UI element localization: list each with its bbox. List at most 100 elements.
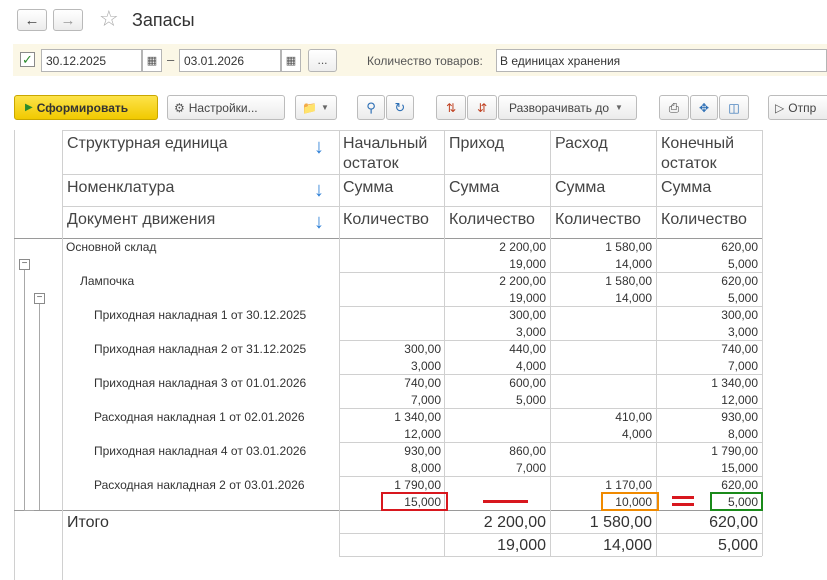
cell-qty[interactable]: 3,000 bbox=[444, 325, 546, 339]
preview-button[interactable]: ◫ bbox=[719, 95, 749, 120]
cell-sum[interactable]: 1 790,00 bbox=[656, 444, 758, 458]
settings-button[interactable]: ⚙ Настройки... bbox=[167, 95, 285, 120]
cell-qty[interactable]: 14,000 bbox=[550, 257, 652, 271]
cell-qty[interactable]: 12,000 bbox=[656, 393, 758, 407]
sort-down-arrow-icon[interactable]: ↓ bbox=[314, 179, 324, 202]
row-label[interactable]: Лампочка bbox=[80, 274, 134, 288]
sort-desc-icon: ⇅ bbox=[445, 100, 457, 115]
total-sum-expense: 1 580,00 bbox=[589, 514, 652, 531]
search-icon: ⚲ bbox=[366, 99, 376, 115]
date-from-field[interactable]: 30.12.2025 bbox=[41, 49, 142, 72]
header-income: Приход bbox=[449, 135, 505, 152]
cell-sum[interactable]: 2 200,00 bbox=[444, 274, 546, 288]
header-qty: Количество bbox=[449, 211, 535, 228]
row-label[interactable]: Расходная накладная 2 от 03.01.2026 bbox=[94, 478, 305, 492]
cell-sum[interactable]: 1 580,00 bbox=[550, 240, 652, 254]
header-dimension-2: Номенклатура bbox=[67, 179, 175, 196]
cell-qty[interactable]: 8,000 bbox=[656, 427, 758, 441]
row-label[interactable]: Расходная накладная 1 от 02.01.2026 bbox=[94, 410, 305, 424]
cell-sum[interactable]: 930,00 bbox=[656, 410, 758, 424]
cell-qty[interactable]: 4,000 bbox=[444, 359, 546, 373]
row-label[interactable]: Приходная накладная 1 от 30.12.2025 bbox=[94, 308, 306, 322]
cell-qty[interactable]: 5,000 bbox=[444, 393, 546, 407]
grid-line bbox=[62, 174, 762, 175]
send-icon: ▷ bbox=[775, 100, 785, 115]
cell-sum[interactable]: 620,00 bbox=[656, 240, 758, 254]
collapse-group-icon[interactable]: − bbox=[34, 293, 45, 304]
tree-line bbox=[24, 270, 25, 510]
cell-qty[interactable]: 7,000 bbox=[339, 393, 441, 407]
cell-sum[interactable]: 740,00 bbox=[339, 376, 441, 390]
cell-qty[interactable]: 5,000 bbox=[656, 257, 758, 271]
row-label[interactable]: Основной склад bbox=[66, 240, 156, 254]
row-label[interactable]: Приходная накладная 2 от 31.12.2025 bbox=[94, 342, 306, 356]
cell-sum[interactable]: 860,00 bbox=[444, 444, 546, 458]
play-icon: ▶ bbox=[25, 102, 33, 113]
cell-sum[interactable]: 1 170,00 bbox=[550, 478, 652, 492]
cell-sum[interactable]: 1 790,00 bbox=[339, 478, 441, 492]
date-to-field[interactable]: 03.01.2026 bbox=[179, 49, 281, 72]
cell-qty[interactable]: 5,000 bbox=[656, 291, 758, 305]
cell-sum[interactable]: 620,00 bbox=[656, 478, 758, 492]
expand-to-button[interactable]: Разворачивать до ▼ bbox=[498, 95, 637, 120]
cell-qty[interactable]: 19,000 bbox=[444, 291, 546, 305]
cell-sum[interactable]: 2 200,00 bbox=[444, 240, 546, 254]
header-sum: Сумма bbox=[449, 179, 500, 196]
settings-label: Настройки... bbox=[188, 100, 258, 115]
cell-qty[interactable]: 14,000 bbox=[550, 291, 652, 305]
send-button[interactable]: ▷ Отпр bbox=[768, 95, 827, 120]
total-qty-income: 19,000 bbox=[497, 537, 546, 554]
grid-line bbox=[339, 556, 762, 557]
header-sum: Сумма bbox=[555, 179, 606, 196]
cell-sum[interactable]: 410,00 bbox=[550, 410, 652, 424]
collapse-group-icon[interactable]: − bbox=[19, 259, 30, 270]
cell-sum[interactable]: 1 580,00 bbox=[550, 274, 652, 288]
cell-sum[interactable]: 1 340,00 bbox=[339, 410, 441, 424]
sort-down-arrow-icon[interactable]: ↓ bbox=[314, 136, 324, 159]
back-button[interactable]: ← bbox=[17, 9, 47, 31]
equals-mark-top bbox=[672, 496, 694, 499]
print-button[interactable]: ⎙ bbox=[659, 95, 689, 120]
calendar-from-button[interactable]: ▦ bbox=[142, 49, 162, 72]
cell-sum[interactable]: 440,00 bbox=[444, 342, 546, 356]
period-select-button[interactable]: ... bbox=[308, 49, 337, 72]
forward-button[interactable]: → bbox=[53, 9, 83, 31]
sort-down-arrow-icon[interactable]: ↓ bbox=[314, 211, 324, 234]
cell-qty[interactable]: 19,000 bbox=[444, 257, 546, 271]
variants-button[interactable]: 📁 ▼ bbox=[295, 95, 337, 120]
calendar-icon: ▦ bbox=[146, 55, 158, 67]
cell-qty[interactable]: 3,000 bbox=[656, 325, 758, 339]
sort-descending-button[interactable]: ⇅ bbox=[436, 95, 466, 120]
cell-qty[interactable]: 7,000 bbox=[656, 359, 758, 373]
printer-icon: ⎙ bbox=[668, 99, 680, 115]
move-button[interactable]: ✥ bbox=[690, 95, 718, 120]
row-label[interactable]: Приходная накладная 3 от 01.01.2026 bbox=[94, 376, 306, 390]
sort-ascending-button[interactable]: ⇵ bbox=[467, 95, 497, 120]
calendar-to-button[interactable]: ▦ bbox=[281, 49, 301, 72]
favorite-star-icon[interactable]: ☆ bbox=[99, 6, 119, 32]
cell-sum[interactable]: 620,00 bbox=[656, 274, 758, 288]
cell-qty[interactable]: 4,000 bbox=[550, 427, 652, 441]
generate-button[interactable]: ▶ Сформировать bbox=[14, 95, 158, 120]
cell-sum[interactable]: 930,00 bbox=[339, 444, 441, 458]
grid-line bbox=[62, 130, 63, 580]
cell-qty[interactable]: 8,000 bbox=[339, 461, 441, 475]
cell-sum[interactable]: 600,00 bbox=[444, 376, 546, 390]
cell-sum[interactable]: 300,00 bbox=[339, 342, 441, 356]
cell-qty[interactable]: 15,000 bbox=[656, 461, 758, 475]
search-next-button[interactable]: ↻ bbox=[386, 95, 414, 120]
qty-select[interactable]: В единицах хранения bbox=[496, 49, 827, 72]
search-button[interactable]: ⚲ bbox=[357, 95, 385, 120]
cell-qty[interactable]: 12,000 bbox=[339, 427, 441, 441]
row-label[interactable]: Приходная накладная 4 от 03.01.2026 bbox=[94, 444, 306, 458]
period-checkbox[interactable]: ✓ bbox=[20, 52, 35, 67]
cell-sum[interactable]: 300,00 bbox=[444, 308, 546, 322]
header-dimension-3: Документ движения bbox=[67, 211, 216, 228]
cell-qty[interactable]: 7,000 bbox=[444, 461, 546, 475]
cell-sum[interactable]: 1 340,00 bbox=[656, 376, 758, 390]
cell-sum[interactable]: 300,00 bbox=[656, 308, 758, 322]
header-qty: Количество bbox=[343, 211, 429, 228]
total-sum-income: 2 200,00 bbox=[483, 514, 546, 531]
cell-sum[interactable]: 740,00 bbox=[656, 342, 758, 356]
cell-qty[interactable]: 3,000 bbox=[339, 359, 441, 373]
